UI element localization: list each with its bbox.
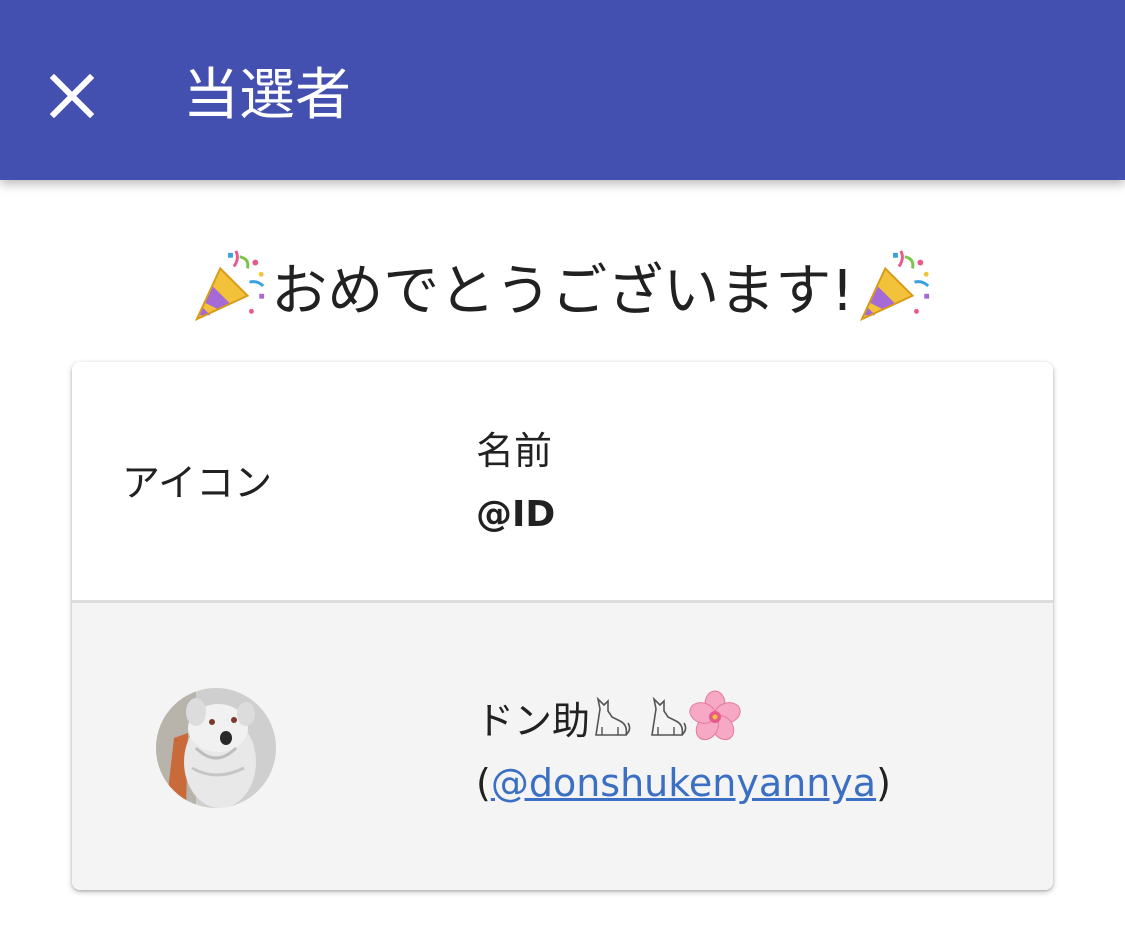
table-header: アイコン 名前 @ID <box>72 362 1053 603</box>
table-row: ドン助 (@donshukenyannya) <box>72 603 1053 890</box>
congratulations-heading: おめでとうございます! <box>0 240 1125 332</box>
winners-table-card: アイコン 名前 @ID ドン助 (@donshukenyannya) <box>72 362 1053 890</box>
winner-id: (@donshukenyannya) <box>476 761 891 805</box>
party-popper-icon <box>859 250 929 322</box>
app-bar: 当選者 <box>0 0 1125 180</box>
page-title: 当選者 <box>183 63 351 128</box>
close-button[interactable] <box>40 60 104 132</box>
winner-id-link[interactable]: @donshukenyannya <box>491 761 876 805</box>
winner-name-text: ドン助 <box>476 698 591 743</box>
congratulations-text: おめでとうございます! <box>271 258 854 324</box>
avatar[interactable] <box>156 688 276 808</box>
close-icon <box>50 74 94 118</box>
cat-icon <box>595 696 631 736</box>
cat-icon <box>651 696 687 736</box>
cherry-blossom-icon <box>689 690 741 741</box>
column-header-id: @ID <box>476 494 556 535</box>
column-header-name: 名前 <box>476 429 553 473</box>
column-header-icon: アイコン <box>122 461 273 505</box>
winner-name: ドン助 <box>476 689 742 745</box>
avatar-image <box>156 688 276 808</box>
party-popper-icon <box>195 250 265 322</box>
